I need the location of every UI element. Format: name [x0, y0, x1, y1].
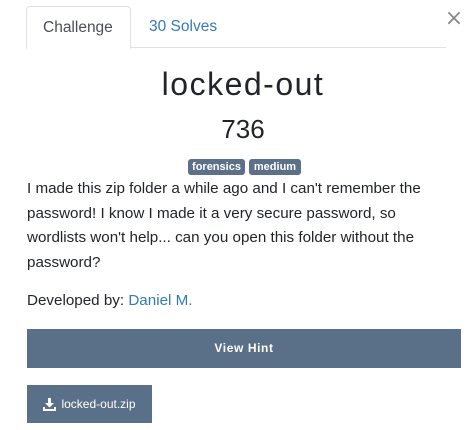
challenge-value: 736 [221, 114, 265, 144]
file-name: locked-out.zip [61, 397, 136, 411]
download-icon [43, 397, 57, 411]
tag-badge: medium [249, 159, 301, 175]
download-file-button[interactable]: locked-out.zip [27, 385, 152, 423]
view-hint-button[interactable]: View Hint [27, 329, 461, 368]
developer-label: Developed by: [27, 292, 125, 309]
tag-badge: forensics [188, 159, 245, 175]
tab-solves[interactable]: 30 Solves [133, 6, 233, 49]
tab-bar: Challenge 30 Solves [26, 6, 446, 49]
close-icon[interactable]: × [444, 8, 464, 30]
developer-link[interactable]: Daniel M. [128, 292, 192, 309]
developer-line: Developed by: Daniel M. [27, 289, 193, 313]
tab-challenge[interactable]: Challenge [26, 6, 131, 49]
challenge-description: I made this zip folder a while ago and I… [27, 180, 421, 271]
challenge-name: locked-out [161, 66, 325, 102]
